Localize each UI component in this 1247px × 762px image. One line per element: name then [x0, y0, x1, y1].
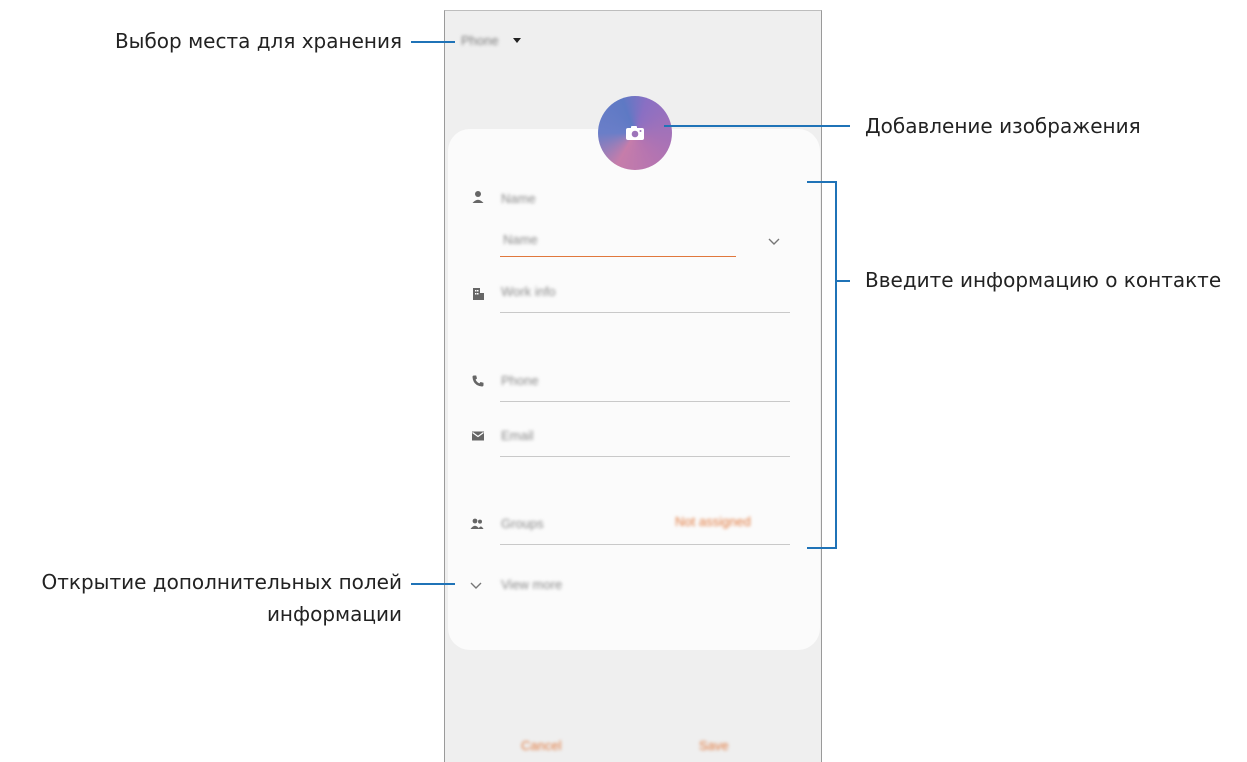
- email-input[interactable]: Email: [501, 428, 534, 443]
- callout-more-fields-line2: информации: [266, 602, 402, 626]
- contact-card: [448, 129, 820, 650]
- phone-icon: [472, 375, 484, 387]
- dropdown-caret-icon: [512, 38, 521, 43]
- cancel-button[interactable]: Cancel: [521, 738, 561, 753]
- add-image-button[interactable]: [598, 96, 672, 170]
- email-underline: [500, 456, 790, 457]
- name-input[interactable]: Name: [503, 232, 538, 247]
- callout-contact-info: Введите информацию о контакте: [865, 268, 1222, 292]
- phone-input[interactable]: Phone: [501, 373, 539, 388]
- company-input[interactable]: Work info: [501, 284, 556, 299]
- building-icon: [473, 288, 484, 300]
- phone-screen: Phone Name Name Work info Phone Email Gr…: [444, 10, 822, 762]
- storage-selector[interactable]: Phone: [461, 33, 521, 48]
- bracket-bottom: [807, 547, 836, 549]
- leader-line-storage: [411, 41, 455, 43]
- email-icon: [472, 431, 484, 441]
- callout-image: Добавление изображения: [865, 114, 1141, 138]
- name-label[interactable]: Name: [501, 191, 536, 206]
- leader-line-more-fields: [411, 583, 455, 585]
- bracket-top: [807, 181, 836, 183]
- chevron-down-icon[interactable]: [469, 578, 483, 592]
- chevron-down-icon[interactable]: [767, 234, 781, 248]
- groups-icon: [470, 518, 484, 529]
- name-input-underline: [500, 256, 736, 257]
- callout-more-fields-line1: Открытие дополнительных полей: [41, 570, 403, 594]
- groups-label[interactable]: Groups: [501, 516, 544, 531]
- callout-storage: Выбор места для хранения: [114, 29, 402, 53]
- leader-line-contact: [836, 280, 850, 282]
- storage-value: Phone: [461, 33, 499, 48]
- leader-line-image: [664, 125, 850, 127]
- camera-icon: [626, 126, 644, 140]
- save-button[interactable]: Save: [699, 738, 729, 753]
- bracket-spine: [835, 181, 837, 549]
- company-underline: [500, 312, 790, 313]
- groups-underline: [500, 544, 790, 545]
- view-more-button[interactable]: View more: [501, 577, 562, 592]
- person-icon: [472, 191, 484, 203]
- phone-underline: [500, 401, 790, 402]
- groups-value[interactable]: Not assigned: [675, 514, 751, 529]
